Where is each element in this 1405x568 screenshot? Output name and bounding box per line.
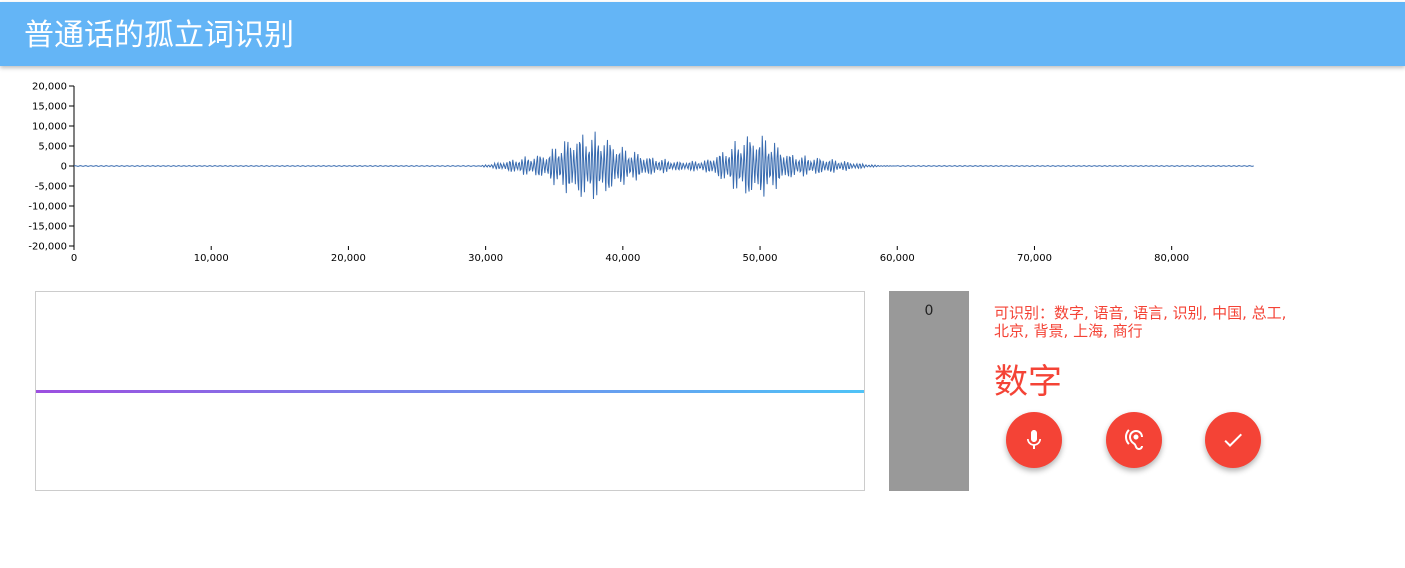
y-tick-label: 0 (61, 162, 67, 173)
waveform-chart: 20,000 15,000 10,000 5,000 0 -5,000 -10,000 -15… (28, 82, 1254, 264)
counter-value: 0 (924, 303, 934, 319)
y-tick-label: 20,000 (32, 82, 67, 93)
confirm-button[interactable] (1205, 412, 1261, 468)
x-tick-label: 0 (71, 253, 77, 264)
waveform-line (73, 131, 1254, 200)
volume-panel: 0 (889, 291, 969, 491)
y-tick-label: 10,000 (32, 122, 67, 133)
y-tick-label: -15,000 (28, 222, 67, 233)
check-icon (1224, 433, 1242, 447)
x-tick-label: 10,000 (194, 253, 229, 264)
y-tick-label: 5,000 (38, 142, 67, 153)
x-tick-label: 50,000 (743, 253, 778, 264)
y-tick-label: 15,000 (32, 102, 67, 113)
app-title: 普通话的孤立词识别 (24, 18, 294, 53)
recognition-result: 数字 (994, 362, 1062, 402)
visualizer-line (36, 390, 864, 393)
x-tick-label: 40,000 (605, 253, 640, 264)
mic-icon (1027, 430, 1041, 449)
x-tick-label: 30,000 (468, 253, 503, 264)
x-tick-label: 20,000 (331, 253, 366, 264)
x-tick-label: 80,000 (1154, 253, 1189, 264)
y-axis: 20,000 15,000 10,000 5,000 0 -5,000 -10,000 -15… (28, 82, 75, 253)
x-tick-label: 60,000 (880, 253, 915, 264)
record-button[interactable] (1006, 412, 1062, 468)
listen-button[interactable] (1106, 412, 1162, 468)
app-bar: 普通话的孤立词识别 (0, 2, 1405, 66)
x-tick-label: 70,000 (1017, 253, 1052, 264)
audio-visualizer (35, 291, 865, 491)
y-tick-label: -5,000 (35, 182, 67, 193)
hearing-icon (1125, 429, 1143, 450)
y-tick-label: -20,000 (28, 242, 67, 253)
vocabulary-label: 可识别：数字, 语音, 语言, 识别, 中国, 总工, 北京, 背景, 上海, … (994, 304, 1287, 340)
y-tick-label: -10,000 (28, 202, 67, 213)
x-axis: 0 10,000 20,000 30,000 40,000 50,000 60,000 70,… (71, 246, 1189, 264)
